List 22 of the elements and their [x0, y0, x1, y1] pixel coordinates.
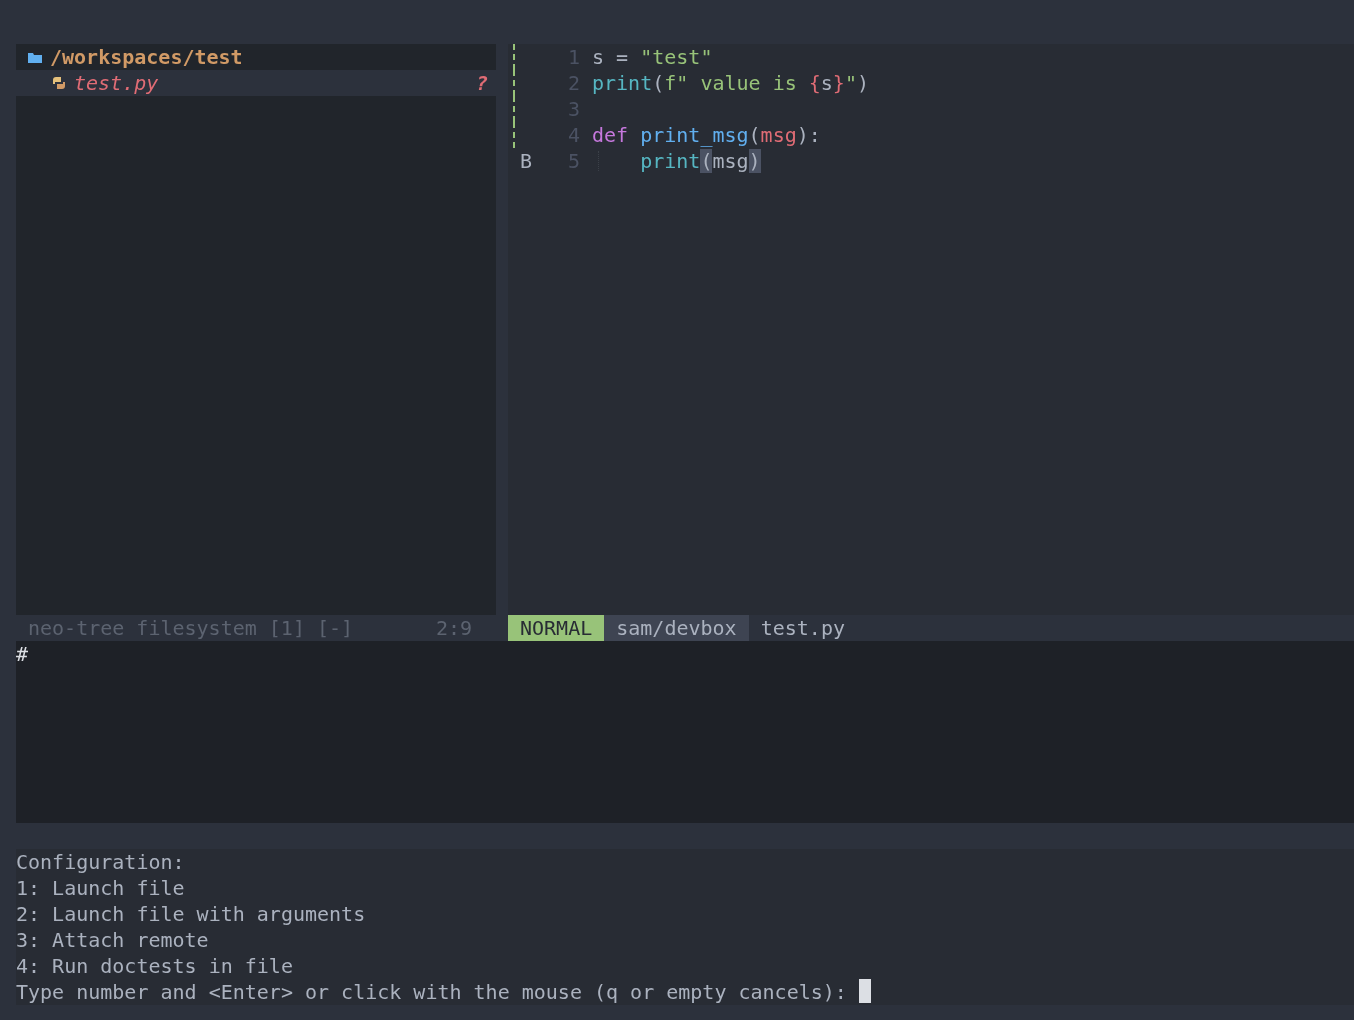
folder-icon: [28, 51, 42, 63]
folder-name: /workspaces/test: [50, 44, 243, 70]
git-branch: sam/devbox: [604, 615, 749, 641]
mode-indicator: NORMAL: [508, 615, 605, 641]
tree-item[interactable]: test.py ?: [16, 70, 496, 96]
text-cursor: [858, 979, 871, 1003]
python-icon: [52, 76, 66, 90]
file-name: test.py: [759, 615, 846, 641]
message-line: 2: Launch file with arguments: [16, 902, 366, 926]
code-line: def print_msg(msg):: [592, 122, 821, 148]
file-name: test.py: [74, 70, 160, 96]
code-line: print(f" value is {s}"): [592, 70, 869, 96]
message-line: 1: Launch file: [16, 876, 185, 900]
code-line: s = "test": [592, 44, 713, 70]
input-prompt: Type number and <Enter> or click with the mouse (q or empty cancels):: [16, 980, 848, 1004]
message-line: Configuration:: [16, 850, 185, 874]
git-status: ?: [475, 70, 488, 96]
breakpoint-sign: B: [520, 149, 533, 173]
message-line: 4: Run doctests in file: [16, 954, 293, 978]
code-line: print(msg): [639, 148, 761, 174]
message-line: 3: Attach remote: [16, 928, 209, 952]
terminal-prompt: #: [16, 642, 29, 666]
